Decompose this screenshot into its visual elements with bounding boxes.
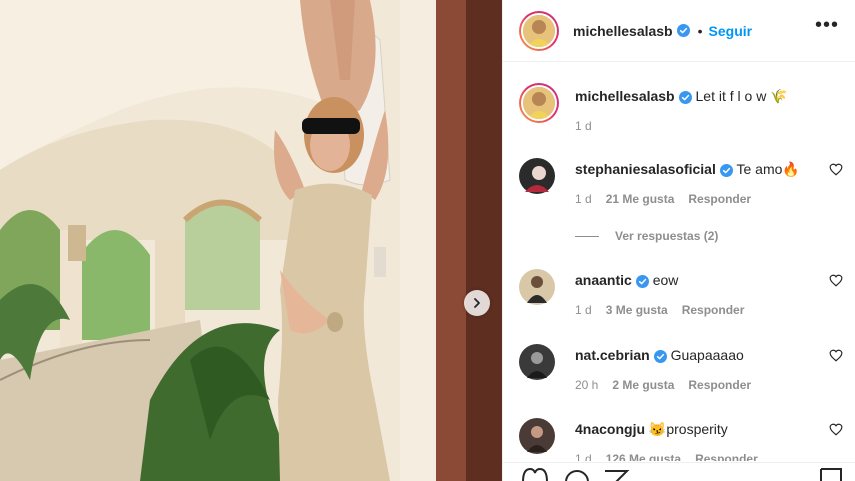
more-options-icon[interactable]: ••• [815, 14, 839, 37]
commenter-avatar[interactable] [519, 344, 555, 380]
commenter-avatar[interactable] [519, 158, 555, 194]
comment-time: 1 d [575, 192, 592, 206]
separator-dot: • [697, 22, 703, 39]
commenter-avatar[interactable] [519, 418, 555, 454]
author-username[interactable]: michellesalasb [573, 23, 673, 39]
chevron-right-icon [474, 298, 480, 308]
reply-button[interactable]: Responder [695, 452, 758, 461]
verified-badge-icon [635, 274, 649, 288]
comment-time: 20 h [575, 378, 599, 392]
save-icon [820, 468, 842, 481]
like-icon [522, 467, 548, 481]
comment-likes[interactable]: 126 Me gusta [606, 452, 681, 461]
caption-username[interactable]: michellesalasb [575, 88, 675, 104]
comment-username[interactable]: anaantic [575, 272, 632, 288]
comment-likes[interactable]: 21 Me gusta [606, 192, 675, 206]
verified-badge-icon [719, 163, 733, 177]
caption-text: Let it f l o w 🌾 [695, 88, 788, 104]
view-replies-label[interactable]: Ver respuestas (2) [615, 229, 718, 243]
heart-icon[interactable] [829, 423, 843, 436]
heart-icon[interactable] [829, 163, 843, 176]
post-actions-bar [503, 462, 855, 481]
action-icons [522, 467, 842, 481]
commenter-avatar[interactable] [519, 269, 555, 305]
reply-button[interactable]: Responder [688, 192, 751, 206]
instagram-post-view: michellesalasb • Seguir ••• michellesala… [0, 0, 855, 481]
reply-button[interactable]: Responder [688, 378, 751, 392]
author-avatar[interactable] [519, 10, 559, 51]
post-photo [0, 0, 502, 481]
comment-username[interactable]: nat.cebrian [575, 347, 650, 363]
comment-username[interactable]: stephaniesalasoficial [575, 161, 716, 177]
next-photo-button[interactable] [464, 290, 490, 316]
post-side-panel: michellesalasb • Seguir ••• michellesala… [502, 0, 855, 481]
comment-text: eow [652, 272, 679, 288]
verified-badge-icon [653, 349, 667, 363]
post-header: michellesalasb • Seguir ••• [503, 0, 855, 62]
comment-time: 1 d [575, 303, 592, 317]
share-icon [605, 470, 630, 481]
verified-badge-icon [676, 24, 690, 37]
comment-time: 1 d [575, 452, 592, 461]
caption-time: 1 d [575, 119, 592, 133]
comment-text: Guapaaaao [670, 347, 744, 363]
comment-text: Te amo🔥 [736, 161, 800, 177]
comment-likes[interactable]: 3 Me gusta [606, 303, 668, 317]
comments-list[interactable]: michellesalasb Let it f l o w 🌾 1 d step… [503, 63, 855, 461]
photo-image [0, 0, 502, 481]
heart-icon[interactable] [829, 349, 843, 362]
comment-username[interactable]: 4nacongju [575, 421, 645, 437]
view-replies-button[interactable]: Ver respuestas (2) [575, 229, 718, 243]
verified-badge-icon [678, 90, 692, 104]
follow-button[interactable]: Seguir [709, 23, 753, 39]
comment-likes[interactable]: 2 Me gusta [612, 378, 674, 392]
heart-icon[interactable] [829, 274, 843, 287]
reply-button[interactable]: Responder [682, 303, 745, 317]
view-replies-line [575, 235, 599, 237]
caption-avatar[interactable] [519, 83, 559, 123]
comment-text: 😼prosperity [648, 421, 728, 437]
comment-icon [565, 470, 589, 481]
